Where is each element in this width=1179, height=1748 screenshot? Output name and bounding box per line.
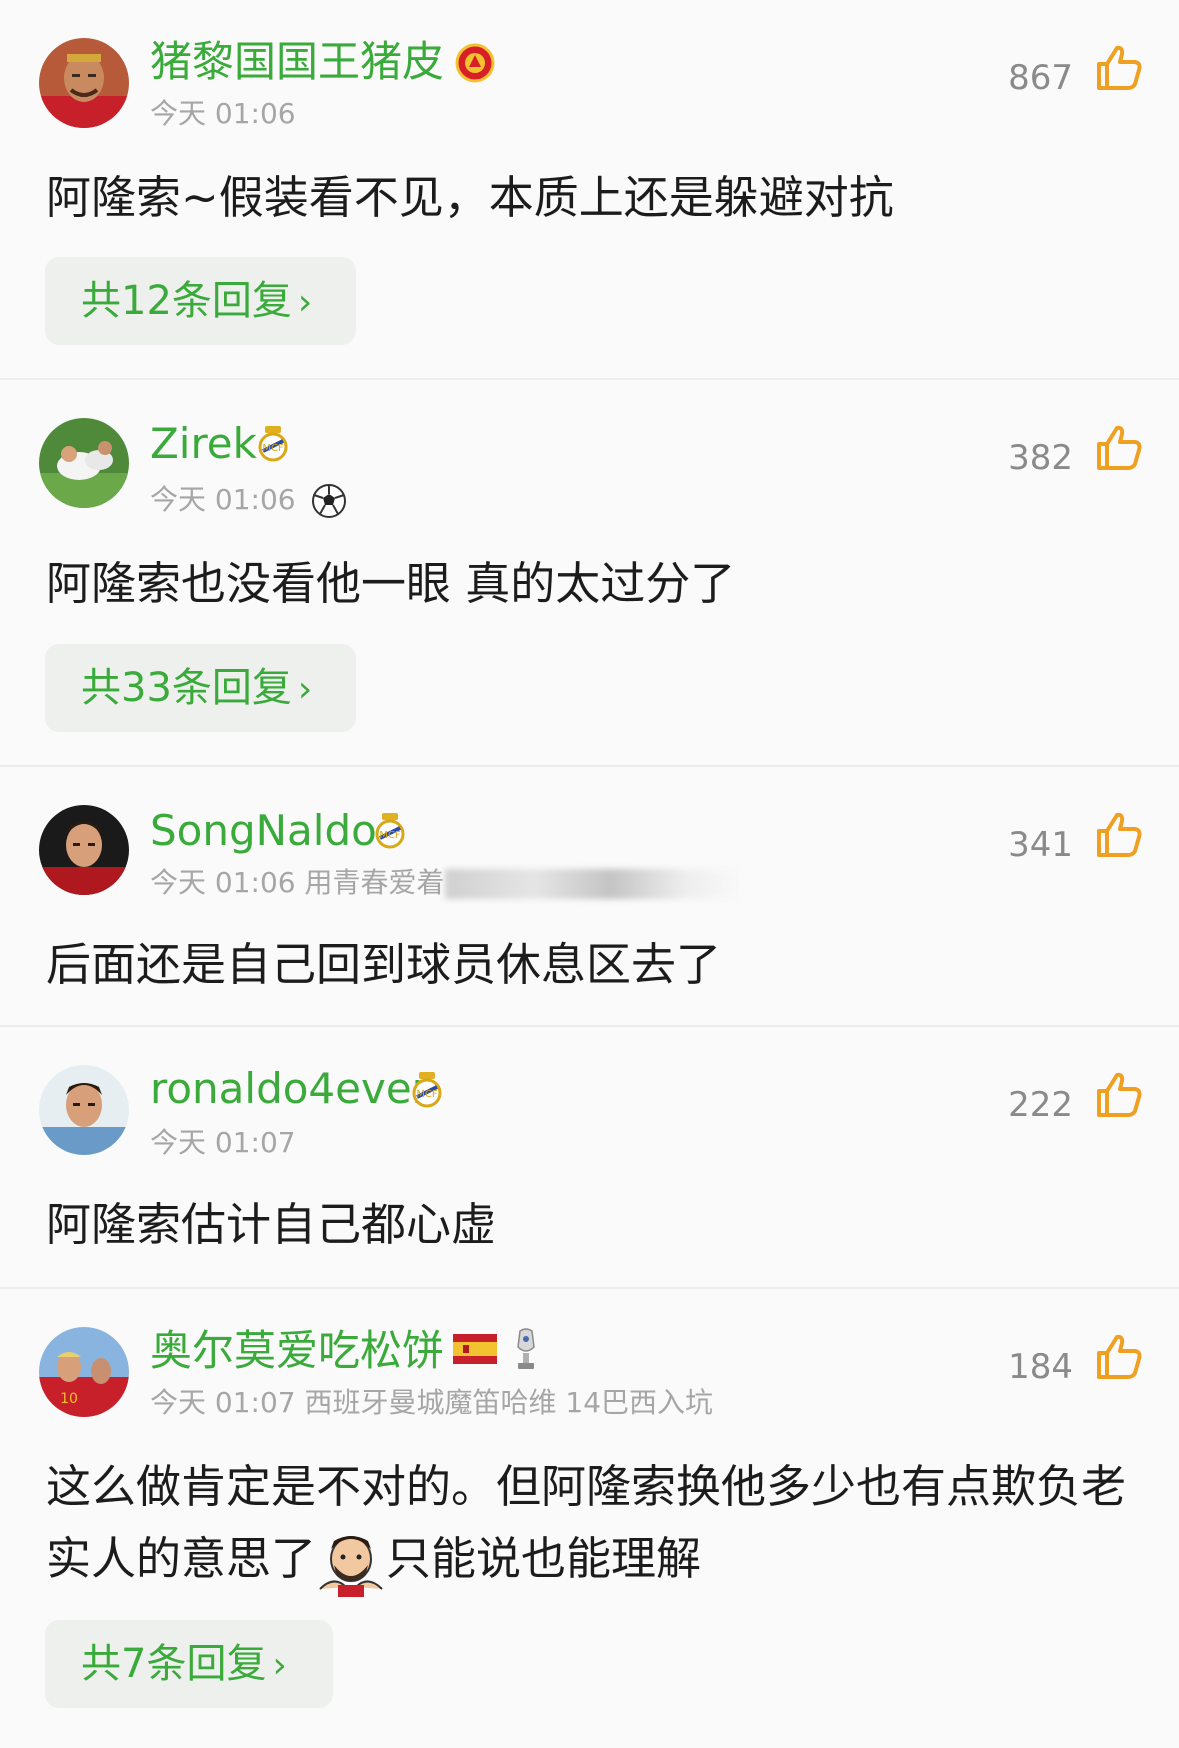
thumbs-up-icon[interactable] [1093,809,1145,861]
svg-text:MCF: MCF [262,443,284,454]
username[interactable]: 猪黎国国王猪皮 [150,36,444,88]
comment-item: SongNaldo MCF 今天 01:06 用青春爱着 341 后面还是自己回… [0,767,1179,1025]
username[interactable]: SongNaldo [150,805,377,857]
thumbs-up-icon[interactable] [1093,1069,1145,1121]
svg-text:MCF: MCF [379,830,401,841]
chevron-right-icon: › [272,1645,287,1686]
realmadrid-crest-icon: MCF [370,810,410,850]
thumbs-up-icon[interactable] [1093,42,1145,94]
view-replies-button[interactable]: 共7条回复 › [45,1620,333,1708]
avatar[interactable] [39,418,129,508]
chevron-right-icon: › [297,282,313,323]
comment-meta: 今天 01:06 [150,482,347,519]
replies-label: 共7条回复 [81,1641,267,1687]
comment-item: Zirek MCF 今天 01:06 382 阿隆索也没看他一眼 真的太过分了 … [0,380,1179,765]
like-count: 222 [1008,1085,1073,1125]
comment-item: 猪黎国国王猪皮 今天 01:06 867 阿隆索~假装看不见，本质上还是躲避对抗… [0,0,1179,378]
thumbs-up-icon[interactable] [1093,1331,1145,1383]
avatar[interactable]: 10 [39,1327,129,1417]
replies-label: 共33条回复 [81,665,292,711]
comment-item: ronaldo4ever MCF 今天 01:07 222 阿隆索估计自己都心虚 [0,1027,1179,1287]
like-count: 341 [1008,825,1073,865]
avatar[interactable] [39,1065,129,1155]
comment-meta: 今天 01:07 [150,1126,296,1159]
realmadrid-crest-icon: MCF [253,423,293,463]
username[interactable]: Zirek [150,418,257,470]
comment-text: 这么做肯定是不对的。但阿隆索换他多少也有点欺负老实人的意思了 只能说也能理解 [46,1451,1146,1597]
username[interactable]: 奥尔莫爱吃松饼 [150,1325,444,1377]
comment-meta: 今天 01:06 用青春爱着 [150,865,745,901]
like-count: 184 [1008,1347,1073,1387]
realmadrid-crest-icon: MCF [407,1069,447,1109]
blurred-text [444,869,745,899]
comment-item: 10 奥尔莫爱吃松饼 今天 01:07 西班牙曼城魔笛哈维 14巴西入坑 184… [0,1289,1179,1748]
comment-time: 今天 01:06 用青春爱着 [150,866,445,899]
spain-flag-icon [453,1334,497,1364]
soccer-ball-icon [311,484,346,518]
like-count: 382 [1008,438,1073,478]
shrug-face-emoji-icon [319,1536,383,1597]
avatar[interactable] [39,38,129,128]
comment-text: 后面还是自己回到球员休息区去了 [46,938,722,991]
svg-text:10: 10 [60,1391,78,1407]
chevron-right-icon: › [297,669,313,710]
avatar[interactable] [39,805,129,895]
comment-time: 今天 01:06 [150,483,296,516]
svg-text:MCF: MCF [416,1089,438,1100]
comment-meta: 今天 01:07 西班牙曼城魔笛哈维 14巴西入坑 [150,1386,714,1419]
manutd-crest-icon [455,43,495,83]
comment-text: 阿隆索~假装看不见，本质上还是躲避对抗 [46,171,894,224]
comment-text: 阿隆索也没看他一眼 真的太过分了 [46,557,736,610]
view-replies-button[interactable]: 共12条回复 › [45,257,356,345]
comment-text: 阿隆索估计自己都心虚 [46,1198,497,1251]
comment-meta: 今天 01:06 [150,97,296,130]
username[interactable]: ronaldo4ever [150,1063,429,1115]
comment-text-part: 只能说也能理解 [386,1532,702,1585]
view-replies-button[interactable]: 共33条回复 › [45,644,356,732]
replies-label: 共12条回复 [81,278,292,324]
like-count: 867 [1008,58,1073,98]
thumbs-up-icon[interactable] [1093,422,1145,474]
euro-trophy-icon [512,1327,540,1373]
